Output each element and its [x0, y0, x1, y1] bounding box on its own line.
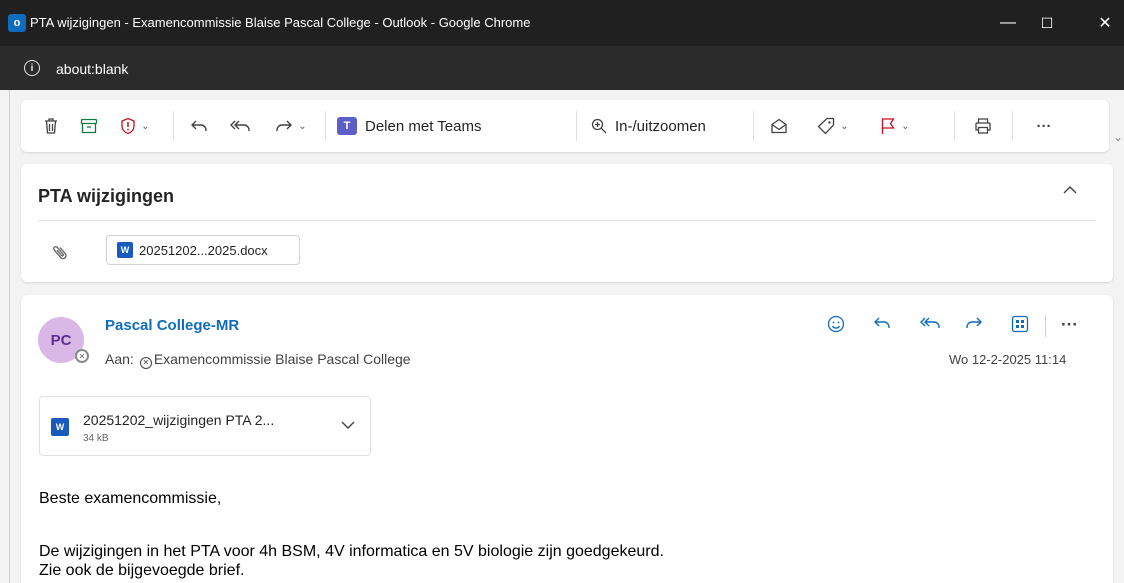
info-icon[interactable]: i [24, 60, 40, 76]
paperclip-icon [49, 241, 74, 268]
forward-icon[interactable] [965, 315, 983, 335]
divider [1045, 315, 1046, 337]
word-icon: W [117, 242, 133, 258]
toolbar-separator [753, 111, 754, 141]
body-greeting: Beste examencommissie, [39, 490, 222, 507]
address-bar: i about:blank [0, 46, 1124, 90]
toolbar-separator [954, 111, 955, 141]
toolbar-separator [1012, 111, 1013, 141]
chevron-down-icon: ⌄ [141, 120, 150, 132]
chevron-down-icon: ⌄ [298, 120, 307, 132]
chevron-down-icon[interactable] [341, 417, 355, 433]
zoom-icon [591, 118, 607, 134]
message-toolbar: ⌄ ⌄ T Delen met Teams In-/uitzoomen ⌄ ⌄ … [21, 100, 1109, 152]
print-icon [975, 118, 991, 134]
reply-all-icon [230, 120, 250, 131]
address-url[interactable]: about:blank [56, 61, 128, 77]
body-line: Zie ook de bijgevoegde brief. [39, 562, 245, 579]
presence-offline-icon: ✕ [139, 357, 152, 369]
share-teams-label: Delen met Teams [365, 117, 482, 135]
reply-icon [191, 120, 207, 131]
presence-offline-icon: ✕ [75, 349, 89, 363]
reply-all-icon[interactable] [919, 315, 941, 335]
message-date: Wo 12-2-2025 11:14 [949, 352, 1067, 367]
recipient-name[interactable]: Examencommissie Blaise Pascal College [154, 351, 411, 367]
apps-icon[interactable] [1011, 315, 1029, 338]
to-label: Aan: [105, 351, 134, 367]
categorize-button[interactable]: ⌄ [811, 113, 855, 139]
reply-button[interactable] [187, 113, 211, 139]
message-card: PC ✕ Pascal College-MR Aan: ✕ Examencommis… [21, 295, 1113, 583]
body-line: De wijzigingen in het PTA voor 4h BSM, 4… [39, 543, 664, 560]
reply-all-button[interactable] [227, 113, 253, 139]
maximize-button[interactable]: ☐ [1024, 10, 1070, 36]
recipient-line: Aan: ✕ Examencommissie Blaise Pascal Colle… [105, 351, 411, 369]
share-teams-button[interactable]: T Delen met Teams [337, 113, 481, 139]
forward-icon [276, 120, 293, 131]
close-button[interactable]: ✕ [1082, 10, 1124, 36]
zoom-button[interactable]: In-/uitzoomen [591, 113, 706, 139]
window-titlebar: o PTA wijzigingen - Examencommissie Blai… [0, 0, 1124, 46]
chevron-down-icon: ⌄ [840, 120, 849, 132]
delete-button[interactable] [39, 113, 63, 139]
reply-icon[interactable] [873, 315, 891, 335]
flag-button[interactable]: ⌄ [873, 113, 917, 139]
tag-icon [817, 117, 835, 135]
message-subject: PTA wijzigingen [38, 186, 174, 206]
chevron-down-icon: ⌄ [901, 120, 910, 132]
toolbar-separator [173, 111, 174, 141]
attachment-name: 20251202_wijzigingen PTA 2... [83, 412, 275, 428]
archive-icon [80, 118, 98, 134]
trash-icon [45, 118, 57, 134]
zoom-label: In-/uitzoomen [615, 117, 706, 135]
word-icon: W [51, 418, 69, 436]
attachment-size: 34 kB [83, 433, 109, 444]
mark-read-button[interactable] [767, 113, 791, 139]
header-attachment-chip[interactable]: W 20251202...2025.docx [106, 235, 300, 265]
attachment-card[interactable]: W 20251202_wijzigingen PTA 2... 34 kB [39, 396, 371, 456]
shield-icon [121, 117, 135, 135]
archive-button[interactable] [77, 113, 101, 139]
emoji-icon[interactable] [827, 315, 845, 338]
teams-icon: T [337, 117, 357, 135]
flag-icon [882, 118, 896, 134]
forward-button[interactable]: ⌄ [269, 113, 313, 139]
print-button[interactable] [971, 113, 995, 139]
chevron-down-icon[interactable]: ⌄ [1113, 130, 1123, 144]
window-title: PTA wijzigingen - Examencommissie Blaise… [30, 15, 531, 30]
chevron-up-icon[interactable] [1063, 181, 1077, 199]
attachment-name: 20251202...2025.docx [139, 242, 268, 258]
toolbar-separator [576, 111, 577, 141]
sender-name[interactable]: Pascal College-MR [105, 317, 239, 334]
outlook-icon: o [8, 14, 29, 32]
toolbar-separator [325, 111, 326, 141]
subject-card: PTA wijzigingen W 20251202...2025.docx [21, 164, 1113, 282]
more-message-actions-button[interactable]: ··· [1061, 315, 1078, 335]
pane-divider [9, 90, 10, 583]
more-actions-button[interactable]: ··· [1032, 113, 1056, 139]
envelope-open-icon [771, 118, 787, 134]
report-button[interactable]: ⌄ [115, 113, 155, 139]
divider [38, 220, 1096, 221]
